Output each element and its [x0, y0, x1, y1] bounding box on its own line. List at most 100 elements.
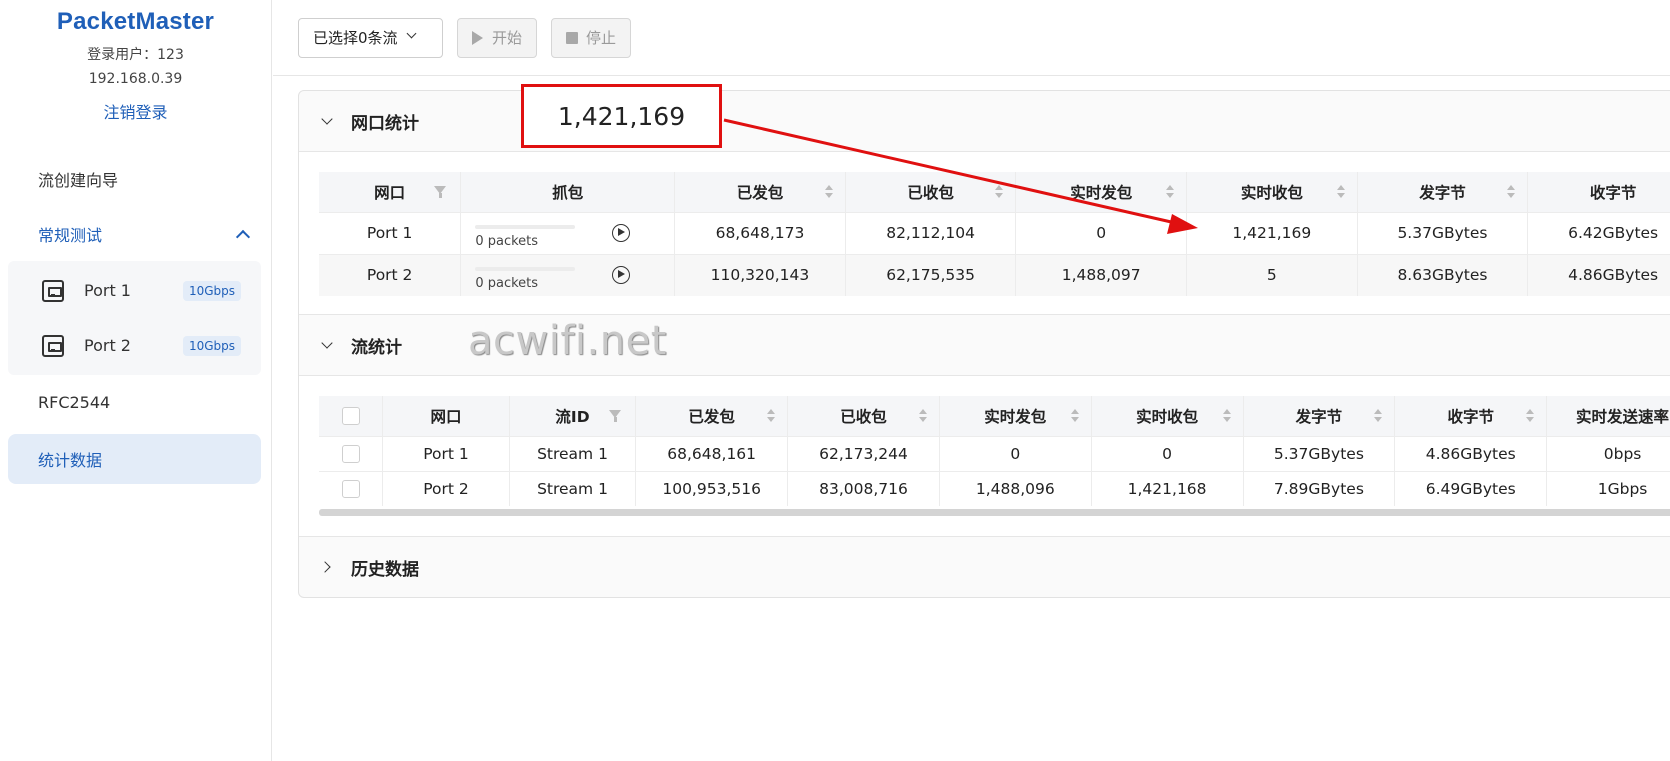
sidebar-item-normal-test[interactable]: 常规测试	[0, 206, 271, 261]
stream-select-dropdown[interactable]: 已选择0条流	[298, 17, 443, 58]
chevron-right-icon	[321, 561, 333, 573]
sidebar-item-label: Port 1	[84, 281, 131, 300]
cell-tx-bytes: 7.89GBytes	[1243, 470, 1396, 506]
flow-stats-table: 网口 流ID 已发包 已收包 实时发包 实时收包 发字节 收字节 实时发送速率	[319, 396, 1670, 506]
flow-stats-body: 网口 流ID 已发包 已收包 实时发包 实时收包 发字节 收字节 实时发送速率	[299, 375, 1670, 537]
cell-port: Port 1	[382, 435, 510, 471]
sort-icon[interactable]	[918, 409, 927, 423]
col-header-tx[interactable]: 已发包	[635, 396, 789, 436]
play-circle-icon[interactable]	[612, 223, 631, 242]
sort-icon[interactable]	[1336, 185, 1345, 199]
table-row: Port 1 Stream 1 68,648,161 62,173,244 0 …	[319, 435, 1670, 471]
section-title: 历史数据	[351, 559, 419, 580]
sidebar-item-port-1[interactable]: Port 1 10Gbps	[8, 263, 261, 318]
sidebar: PacketMaster 登录用户：123 192.168.0.39 注销登录 …	[0, 0, 272, 761]
col-header-rx-bytes[interactable]: 收字节	[1394, 396, 1548, 436]
col-header-port[interactable]: 网口	[319, 172, 462, 212]
col-header-rt-rx[interactable]: 实时收包	[1186, 172, 1358, 212]
watermark: acwifi.net	[468, 318, 667, 364]
capture-count: 0 packets	[475, 275, 539, 291]
filter-icon[interactable]	[609, 410, 622, 422]
sidebar-item-label: 常规测试	[38, 225, 103, 245]
sort-icon[interactable]	[1507, 185, 1516, 199]
ethernet-port-icon	[42, 279, 64, 302]
col-header-rx-bytes[interactable]: 收字节	[1527, 172, 1670, 212]
cell-rx-bytes: 6.42GBytes	[1527, 211, 1670, 254]
capture-count: 0 packets	[475, 233, 539, 249]
cell-port: Port 2	[382, 470, 510, 506]
cell-tx-bytes: 8.63GBytes	[1357, 253, 1529, 296]
horizontal-scrollbar[interactable]	[319, 509, 1670, 516]
logout-link[interactable]: 注销登录	[0, 99, 271, 123]
stop-button[interactable]: 停止	[551, 17, 632, 58]
cell-rt-rx: 5	[1186, 253, 1358, 296]
main-content: 已选择0条流 开始 停止 网口统计 网口 抓包 已发包 已收包 实时发包 实时收…	[273, 0, 1670, 761]
sort-icon[interactable]	[1070, 409, 1079, 423]
chevron-down-icon	[408, 30, 418, 40]
cell-rate: 0bps	[1546, 435, 1670, 471]
col-header-rx[interactable]: 已收包	[845, 172, 1017, 212]
ethernet-port-icon	[42, 334, 64, 357]
cell-select	[319, 470, 384, 506]
cell-capture: 0 packets	[460, 253, 676, 296]
select-all-checkbox[interactable]	[341, 407, 360, 425]
play-icon	[472, 30, 483, 45]
cell-flow-id: Stream 1	[509, 470, 637, 506]
history-header[interactable]: 历史数据	[299, 537, 1670, 597]
col-header-rx[interactable]: 已收包	[787, 396, 940, 436]
sort-icon[interactable]	[824, 185, 833, 199]
cell-select	[319, 435, 384, 471]
col-header-tx[interactable]: 已发包	[674, 172, 846, 212]
filter-icon[interactable]	[434, 186, 447, 198]
chevron-up-icon	[235, 227, 249, 241]
sort-icon[interactable]	[1222, 409, 1231, 423]
cell-rx-bytes: 4.86GBytes	[1394, 435, 1548, 471]
cell-rt-rx: 1,421,168	[1091, 470, 1244, 506]
col-header-capture: 抓包	[460, 172, 676, 212]
row-checkbox[interactable]	[341, 444, 360, 463]
col-header-rt-tx[interactable]: 实时发包	[1015, 172, 1188, 212]
sort-icon[interactable]	[995, 185, 1004, 199]
port-stats-header[interactable]: 网口统计	[299, 91, 1670, 151]
capture-progress	[475, 224, 576, 229]
sort-icon[interactable]	[1166, 185, 1175, 199]
col-header-rt-tx[interactable]: 实时发包	[939, 396, 1092, 436]
cell-port: Port 2	[319, 253, 462, 296]
cell-tx-bytes: 5.37GBytes	[1243, 435, 1396, 471]
table-row: Port 1 0 packets 68,648,173 82,112,104 0…	[319, 211, 1670, 254]
sidebar-item-wizard[interactable]: 流创建向导	[0, 151, 271, 206]
table-row: Port 2 0 packets 110,320,143 62,175,535 …	[319, 253, 1670, 296]
cell-tx-bytes: 5.37GBytes	[1357, 211, 1529, 254]
sidebar-item-statistics[interactable]: 统计数据	[8, 434, 261, 484]
col-header-tx-bytes[interactable]: 发字节	[1357, 172, 1529, 212]
cell-tx: 110,320,143	[674, 253, 846, 296]
brand-logo: PacketMaster	[56, 8, 215, 35]
cell-tx: 68,648,161	[635, 435, 789, 471]
cell-rt-tx: 0	[1015, 211, 1188, 254]
start-button[interactable]: 开始	[457, 17, 538, 58]
cell-rx-bytes: 6.49GBytes	[1394, 470, 1548, 506]
col-header-flow-id[interactable]: 流ID	[509, 396, 637, 436]
sort-icon[interactable]	[1374, 409, 1383, 423]
col-header-port: 网口	[382, 396, 510, 436]
table-row: Port 2 Stream 1 100,953,516 83,008,716 1…	[319, 470, 1670, 506]
stop-button-label: 停止	[586, 29, 617, 47]
play-circle-icon[interactable]	[612, 265, 631, 284]
cell-rt-tx: 1,488,097	[1015, 253, 1188, 296]
cell-rt-tx: 1,488,096	[939, 470, 1092, 506]
row-checkbox[interactable]	[341, 480, 360, 498]
table-header-row: 网口 流ID 已发包 已收包 实时发包 实时收包 发字节 收字节 实时发送速率	[319, 396, 1670, 436]
sidebar-item-port-2[interactable]: Port 2 10Gbps	[8, 318, 261, 373]
speed-badge: 10Gbps	[182, 280, 241, 301]
cell-rx: 82,112,104	[845, 211, 1017, 254]
col-header-rt-rx[interactable]: 实时收包	[1091, 396, 1244, 436]
cell-flow-id: Stream 1	[509, 435, 637, 471]
col-header-tx-bytes[interactable]: 发字节	[1243, 396, 1396, 436]
col-header-rate[interactable]: 实时发送速率	[1546, 396, 1670, 436]
device-ip: 192.168.0.39	[88, 71, 183, 87]
sidebar-item-rfc2544[interactable]: RFC2544	[0, 375, 271, 430]
annotation-callout: 1,421,169	[521, 84, 722, 148]
sort-icon[interactable]	[767, 409, 776, 423]
table-header-row: 网口 抓包 已发包 已收包 实时发包 实时收包 发字节 收字节	[319, 172, 1670, 212]
sort-icon[interactable]	[1526, 409, 1535, 423]
